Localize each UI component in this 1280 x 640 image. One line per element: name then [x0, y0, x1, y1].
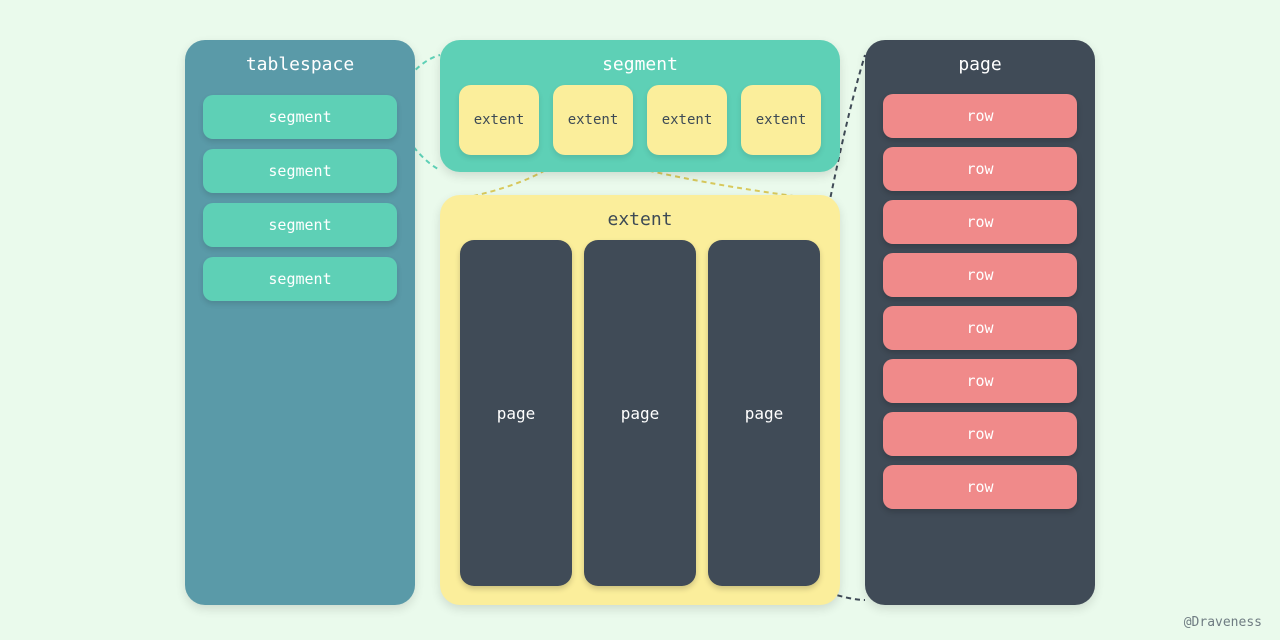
segment-extent-item: extent — [741, 85, 821, 155]
extent-page-item: page — [460, 240, 572, 586]
segment-extent-item: extent — [647, 85, 727, 155]
page-title: page — [865, 40, 1095, 85]
extent-page-item: page — [584, 240, 696, 586]
tablespace-segment-item: segment — [203, 149, 397, 193]
page-row-item: row — [883, 147, 1077, 191]
page-row-item: row — [883, 306, 1077, 350]
tablespace-segment-item: segment — [203, 95, 397, 139]
credit-text: @Draveness — [1184, 615, 1262, 630]
page-row-item: row — [883, 465, 1077, 509]
page-row-item: row — [883, 200, 1077, 244]
tablespace-segment-item: segment — [203, 257, 397, 301]
segment-extent-item: extent — [553, 85, 633, 155]
page-row-item: row — [883, 94, 1077, 138]
tablespace-segment-item: segment — [203, 203, 397, 247]
page-row-item: row — [883, 359, 1077, 403]
page-row-item: row — [883, 253, 1077, 297]
extent-panel: extent page page page — [440, 195, 840, 605]
extent-page-item: page — [708, 240, 820, 586]
segment-panel: segment extent extent extent extent — [440, 40, 840, 172]
page-row-item: row — [883, 412, 1077, 456]
extent-title: extent — [440, 195, 840, 240]
tablespace-title: tablespace — [185, 40, 415, 85]
segment-extent-item: extent — [459, 85, 539, 155]
segment-title: segment — [440, 40, 840, 85]
page-panel: page row row row row row row row row — [865, 40, 1095, 605]
tablespace-panel: tablespace segment segment segment segme… — [185, 40, 415, 605]
